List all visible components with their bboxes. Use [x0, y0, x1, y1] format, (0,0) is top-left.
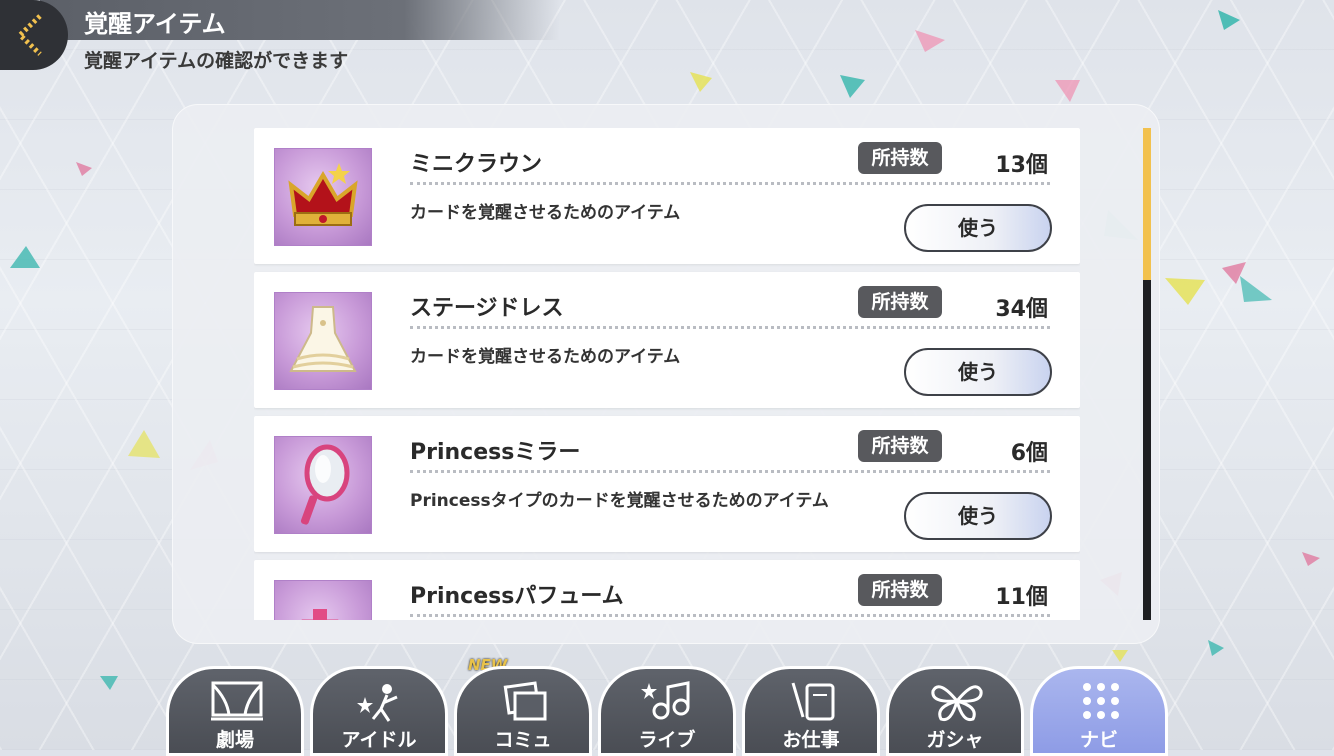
list-item: Princessミラー 所持数 6個 Princessタイプのカードを覚醒させる… [254, 416, 1080, 552]
item-thumbnail [274, 292, 372, 390]
perfume-icon [301, 609, 339, 620]
owned-badge: 所持数 [858, 574, 942, 606]
nav-label: お仕事 [782, 729, 840, 751]
item-description: カードを覚醒させるためのアイテム [410, 203, 681, 223]
nav-label: コミュ [494, 729, 552, 751]
item-name: ミニクラウン [410, 152, 543, 177]
page-header: 覚醒アイテム 覚醒アイテムの確認ができます [0, 0, 560, 80]
theater-icon [211, 681, 263, 721]
owned-badge: 所持数 [858, 286, 942, 318]
list-item: ミニクラウン 所持数 13個 カードを覚醒させるためのアイテム 使う [254, 128, 1080, 264]
gacha-icon [931, 685, 983, 722]
use-button[interactable]: 使う [904, 492, 1052, 540]
nav-tab-gacha[interactable]: ガシャ [886, 666, 1024, 756]
commu-icon [503, 681, 547, 721]
divider [410, 470, 1050, 473]
navi-icon [1083, 683, 1119, 719]
divider [410, 614, 1050, 617]
divider [410, 326, 1050, 329]
page-title: 覚醒アイテム [84, 10, 226, 38]
nav-label: ガシャ [926, 729, 984, 751]
owned-count: 6個 [1010, 441, 1048, 466]
nav-tab-idol[interactable]: アイドル [310, 666, 448, 756]
chevron-left-icon [16, 14, 42, 56]
use-button[interactable]: 使う [904, 348, 1052, 396]
item-list[interactable]: ミニクラウン 所持数 13個 カードを覚醒させるためのアイテム 使う ステージド… [254, 128, 1080, 620]
owned-count: 34個 [995, 297, 1048, 322]
item-description: カードを覚醒させるためのアイテム [410, 347, 681, 367]
nav-label: 劇場 [215, 729, 254, 751]
crown-icon [288, 163, 358, 226]
divider [410, 182, 1050, 185]
scrollbar[interactable] [1143, 128, 1151, 620]
item-thumbnail [274, 148, 372, 246]
back-button[interactable] [0, 0, 68, 70]
owned-badge: 所持数 [858, 430, 942, 462]
nav-tab-work[interactable]: お仕事 [742, 666, 880, 756]
nav-tab-commu[interactable]: コミュ [454, 666, 592, 756]
list-item: Princessパフューム 所持数 11個 [254, 560, 1080, 620]
owned-count: 11個 [995, 585, 1048, 610]
item-description: Princessタイプのカードを覚醒させるためのアイテム [410, 491, 829, 511]
work-icon [791, 682, 835, 721]
item-thumbnail [274, 436, 372, 534]
mirror-icon [300, 444, 350, 525]
scrollbar-thumb[interactable] [1143, 128, 1151, 280]
item-name: ステージドレス [410, 296, 564, 321]
idol-icon [357, 684, 398, 722]
nav-label: アイドル [341, 729, 417, 751]
dress-icon [289, 306, 357, 372]
item-thumbnail [274, 580, 372, 620]
item-name: Princessミラー [410, 440, 581, 465]
page-subtitle: 覚醒アイテムの確認ができます [84, 50, 349, 72]
live-icon [641, 681, 690, 720]
nav-tab-navi[interactable]: ナビ [1030, 666, 1168, 756]
nav-label: ナビ [1079, 729, 1118, 751]
nav-tab-theater[interactable]: 劇場 [166, 666, 304, 756]
list-item: ステージドレス 所持数 34個 カードを覚醒させるためのアイテム 使う [254, 272, 1080, 408]
nav-label: ライブ [638, 729, 696, 751]
use-button[interactable]: 使う [904, 204, 1052, 252]
owned-count: 13個 [995, 153, 1048, 178]
owned-badge: 所持数 [858, 142, 942, 174]
item-name: Princessパフューム [410, 584, 624, 609]
nav-tab-live[interactable]: ライブ [598, 666, 736, 756]
